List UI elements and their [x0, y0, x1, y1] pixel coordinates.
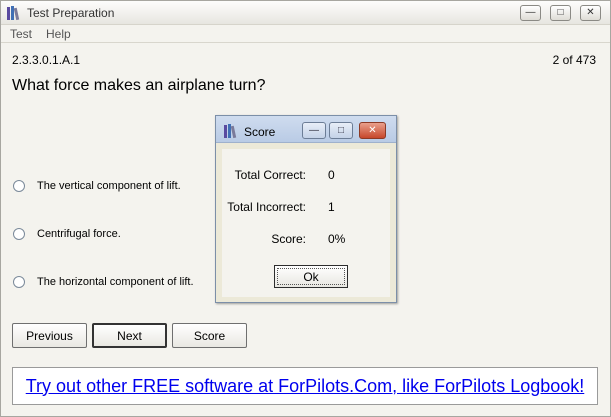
menu-help[interactable]: Help — [46, 27, 71, 41]
close-icon: ✕ — [368, 124, 377, 136]
books-icon — [7, 6, 20, 21]
answer-label: The horizontal component of lift. — [37, 276, 194, 288]
radio-button[interactable] — [13, 228, 25, 240]
window-title: Test Preparation — [27, 6, 115, 20]
score-value: 0% — [328, 232, 346, 246]
minimize-icon: — — [309, 124, 319, 136]
total-correct-value: 0 — [328, 168, 335, 182]
total-incorrect-label: Total Incorrect: — [227, 200, 306, 214]
close-icon: ✕ — [586, 7, 595, 18]
title-bar[interactable]: Test Preparation — □ ✕ — [1, 1, 610, 25]
minimize-button[interactable]: — — [520, 5, 541, 21]
minimize-icon: — — [525, 7, 536, 18]
main-window: Test Preparation — □ ✕ Test Help 2.3.3.0… — [0, 0, 611, 417]
answer-option-2[interactable]: Centrifugal force. — [13, 228, 121, 240]
dialog-title: Score — [244, 125, 276, 139]
radio-button[interactable] — [13, 276, 25, 288]
answer-option-3[interactable]: The horizontal component of lift. — [13, 276, 194, 288]
next-button[interactable]: Next — [92, 323, 167, 348]
question-counter: 2 of 473 — [552, 53, 596, 67]
total-incorrect-value: 1 — [328, 200, 335, 214]
menu-bar: Test Help — [1, 25, 610, 43]
answer-label: The vertical component of lift. — [37, 180, 181, 192]
books-icon — [224, 124, 237, 139]
ad-panel: Try out other FREE software at ForPilots… — [12, 367, 598, 405]
close-button[interactable]: ✕ — [580, 5, 601, 21]
total-correct-label: Total Correct: — [234, 168, 306, 182]
score-label: Score: — [271, 232, 306, 246]
menu-test[interactable]: Test — [10, 27, 32, 41]
maximize-icon: □ — [337, 124, 345, 136]
answer-option-1[interactable]: The vertical component of lift. — [13, 180, 181, 192]
ok-button[interactable]: Ok — [274, 265, 348, 288]
score-button[interactable]: Score — [172, 323, 247, 348]
maximize-icon: □ — [557, 7, 564, 18]
question-text: What force makes an airplane turn? — [12, 77, 266, 94]
question-id: 2.3.3.0.1.A.1 — [12, 53, 81, 67]
dialog-minimize-button[interactable]: — — [302, 122, 326, 139]
radio-button[interactable] — [13, 180, 25, 192]
answer-label: Centrifugal force. — [37, 228, 121, 240]
maximize-button[interactable]: □ — [550, 5, 571, 21]
previous-button[interactable]: Previous — [12, 323, 87, 348]
score-dialog: Score — □ ✕ Total Correct: 0 Total Incor… — [215, 115, 397, 303]
dialog-close-button[interactable]: ✕ — [359, 122, 386, 139]
forpilots-link[interactable]: Try out other FREE software at ForPilots… — [26, 376, 585, 397]
dialog-maximize-button[interactable]: □ — [329, 122, 353, 139]
dialog-body: Total Correct: 0 Total Incorrect: 1 Scor… — [222, 149, 390, 297]
dialog-title-bar[interactable]: Score — □ ✕ — [216, 116, 396, 143]
